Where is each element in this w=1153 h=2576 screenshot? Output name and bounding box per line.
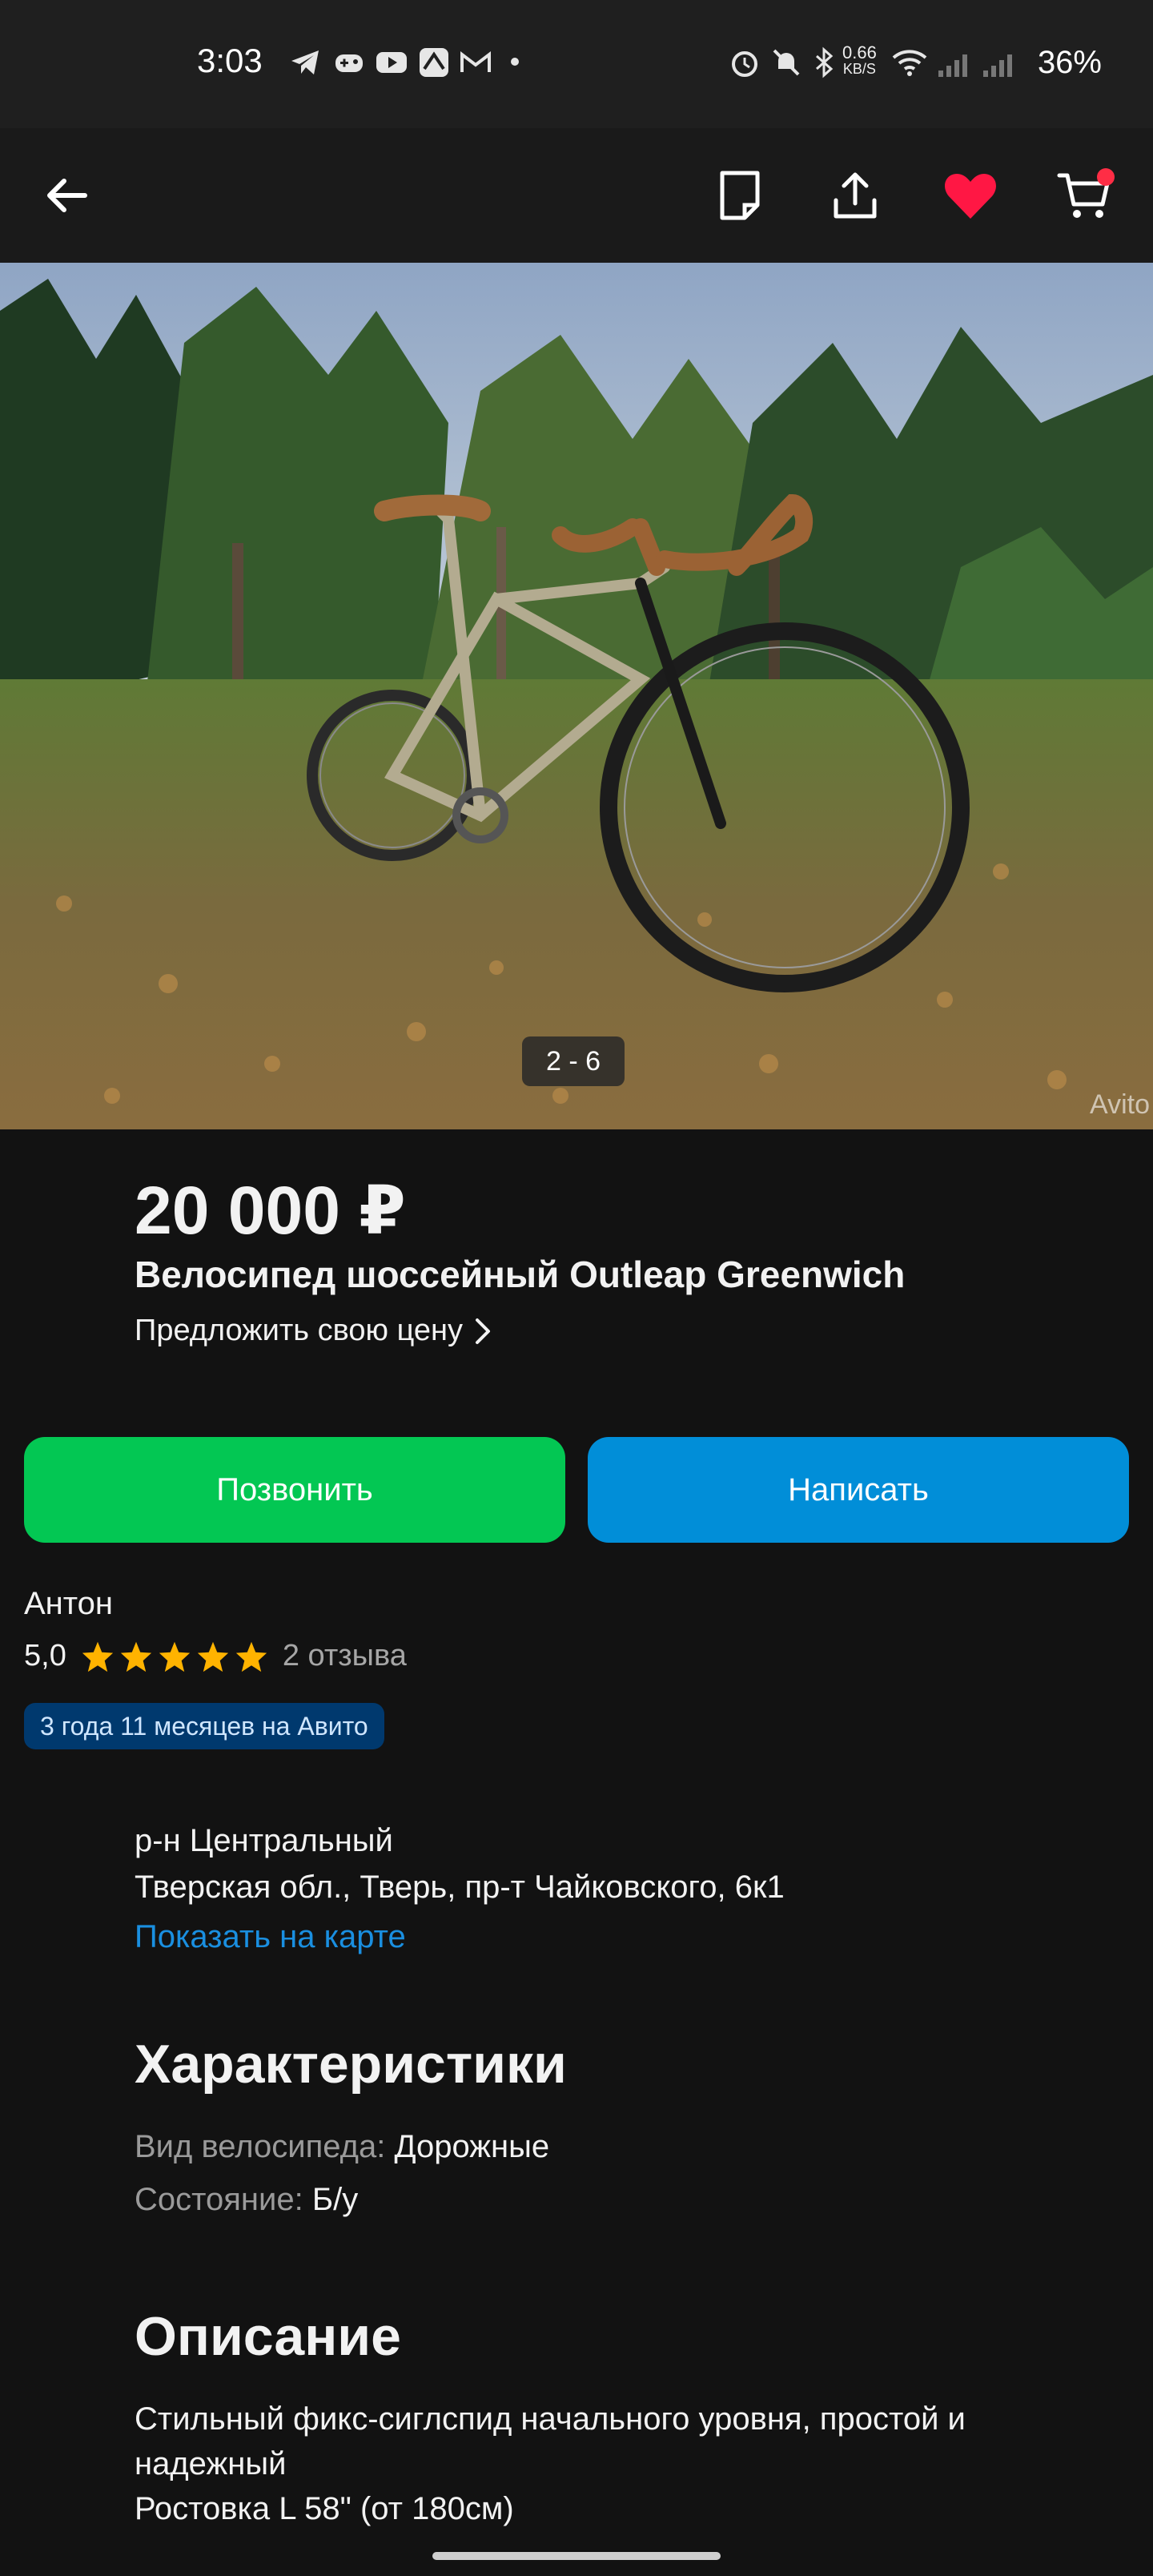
description-line: Стильный фикс-сиглспид начального уровня… [135,2401,966,2437]
seller-rating[interactable]: 5,0 2 отзыва [24,1639,407,1673]
youtube-icon [376,52,407,73]
heart-icon [945,174,996,219]
spec-row: Состояние: Б/у [135,2182,358,2218]
avito-watermark: Avito [1090,1089,1150,1120]
back-button[interactable] [29,157,106,234]
description-heading: Описание [135,2306,401,2367]
spec-label: Состояние: [135,2182,303,2217]
location-address: Тверская обл., Тверь, пр-т Чайковского, … [135,1870,785,1905]
star-icon [159,1641,190,1672]
wifi-icon [892,50,927,76]
spec-label: Вид велосипеда: [135,2129,386,2164]
star-icon [82,1641,113,1672]
share-button[interactable] [817,157,894,234]
mute-icon [773,49,800,76]
note-icon [720,171,760,220]
status-time: 3:03 [197,42,263,79]
star-icon [235,1641,267,1672]
rating-stars [81,1640,268,1672]
photo-counter: 2 - 6 [522,1036,625,1086]
seller-since-badge: 3 года 11 месяцев на Авито [24,1703,384,1749]
home-gesture-handle[interactable] [432,2552,721,2560]
battery-level: 36% [1037,45,1102,80]
star-icon [120,1641,151,1672]
chevron-right-icon [476,1318,491,1344]
star-icon [197,1641,228,1672]
characteristics-heading: Характеристики [135,2034,567,2095]
telegram-icon [291,50,319,74]
app-notification-icon [420,48,448,77]
listing-title: Велосипед шоссейный Outleap Greenwich [135,1254,906,1295]
signal-icon-2 [983,54,1012,77]
bicycle-photo [0,263,1153,1129]
game-controller-icon [335,54,363,72]
network-speed: 0.66 KB/S [842,42,877,78]
listing-price: 20 000 ₽ [135,1173,406,1248]
rating-value: 5,0 [24,1639,66,1672]
spec-value: Б/у [311,2182,359,2217]
cart-badge-dot [1097,168,1115,186]
gmail-icon [460,50,491,72]
offer-price-link[interactable]: Предложить свою цену [135,1314,492,1348]
offer-price-label: Предложить свою цену [135,1314,464,1347]
spec-value: Дорожные [394,2129,550,2164]
write-button[interactable]: Написать [588,1437,1129,1543]
note-button[interactable] [701,157,778,234]
spec-row: Вид велосипеда: Дорожные [135,2129,549,2165]
alarm-icon [732,51,757,77]
toolbar [0,128,1153,263]
back-arrow-icon [47,179,87,212]
favorite-button[interactable] [932,157,1009,234]
share-icon [834,172,877,219]
bluetooth-icon [816,46,834,78]
call-button[interactable]: Позвонить [24,1437,565,1543]
listing-photo[interactable] [0,263,1153,1129]
cart-button[interactable] [1046,157,1123,234]
location-district: р-н Центральный [135,1823,393,1858]
signal-icon-1 [938,54,967,77]
seller-name[interactable]: Антон [24,1586,113,1622]
show-on-map-link[interactable]: Показать на карте [135,1919,406,1955]
description-line: надежный [135,2446,287,2481]
more-notifications-dot [511,58,519,66]
description-line: Ростовка L 58" (от 180см) [135,2491,514,2526]
reviews-count: 2 отзыва [282,1639,407,1672]
